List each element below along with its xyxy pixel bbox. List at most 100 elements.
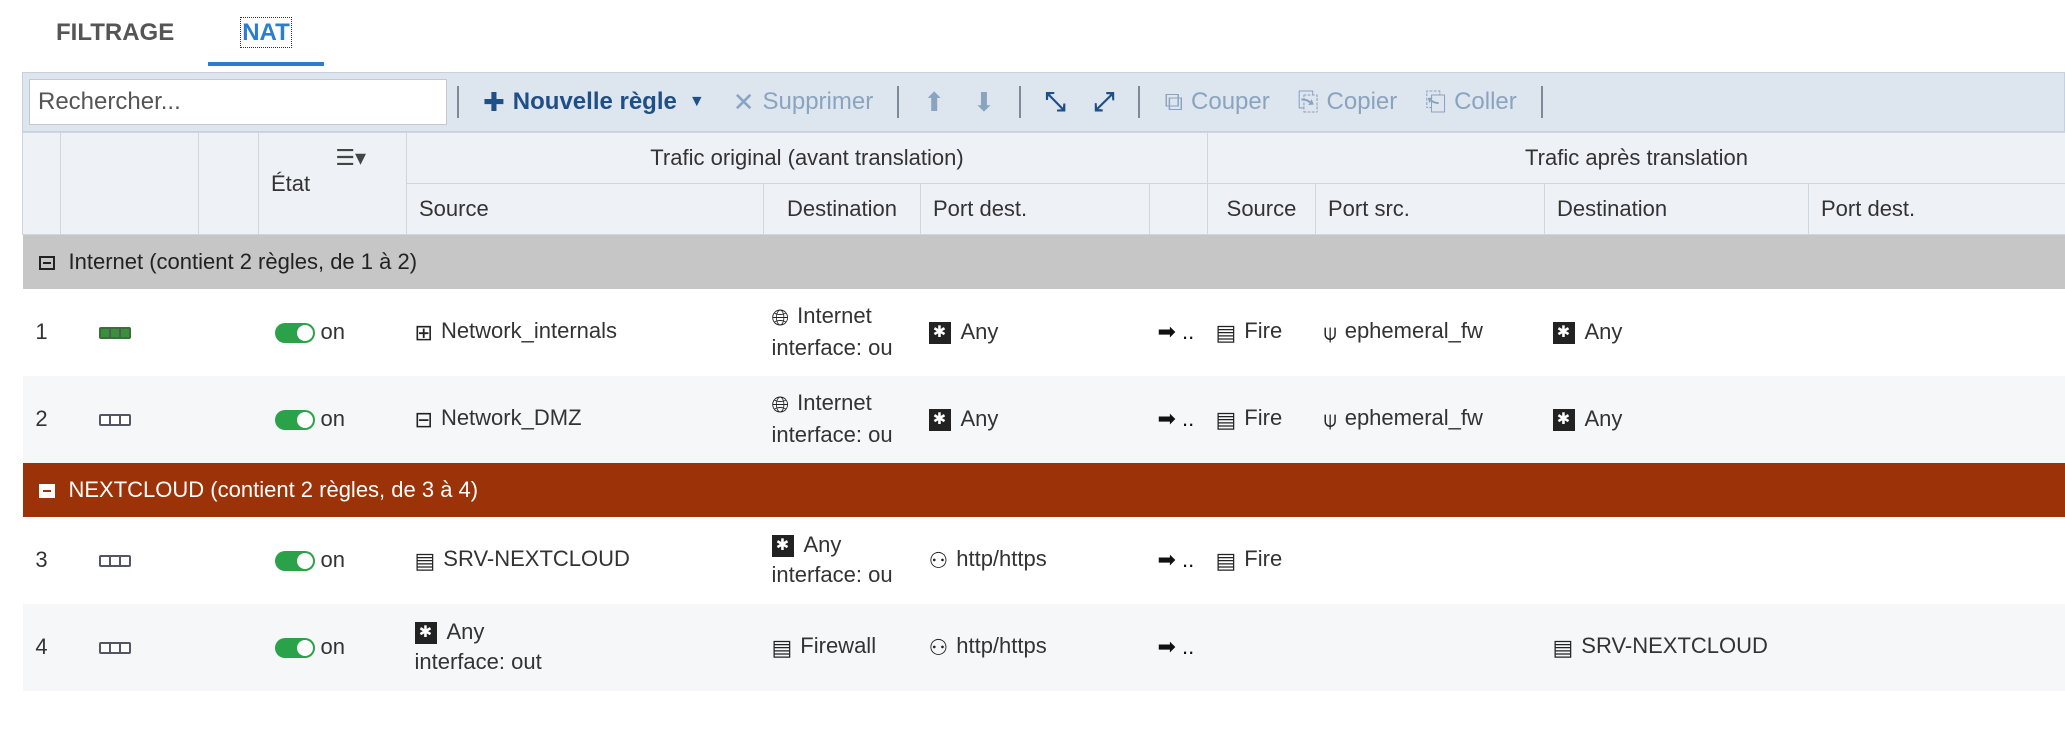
port-dest-label: http/https (956, 546, 1047, 572)
paste-button[interactable]: ⎗ Coller (1411, 86, 1531, 118)
any-icon: ✱ (1552, 322, 1575, 345)
tr-port-src-header[interactable]: Port src. (1315, 183, 1545, 235)
rule-status-cell (60, 603, 259, 691)
table-row[interactable]: 1 on ⊞ Network_internals 🌐︎ Internet interf… (23, 289, 2065, 376)
rule-state-cell[interactable]: on (258, 375, 407, 463)
tr-destination-cell[interactable]: ✱ Any (1545, 289, 1809, 376)
rule-status-cell (61, 289, 259, 376)
port-dest-cell[interactable]: ✱ Any (920, 375, 1150, 463)
source-cell[interactable]: ✱ Any interface: out (406, 603, 764, 691)
search-input[interactable] (29, 79, 447, 125)
tr-port-src-cell[interactable]: ⍦ ephemeral_fw (1315, 375, 1545, 463)
any-icon: ✱ (928, 409, 951, 432)
port-dest-cell[interactable]: ✱ Any (921, 289, 1150, 376)
source-cell[interactable]: ⊟ Network_DMZ (406, 375, 764, 463)
tr-destination-cell[interactable]: ✱ Any (1544, 375, 1809, 463)
close-icon: ✕ (732, 86, 755, 117)
tr-source-cell[interactable]: ▤ Fire (1207, 375, 1316, 463)
tr-source-label: Fire (1244, 546, 1283, 572)
tr-port-dest-header[interactable]: Port dest. (1807, 183, 2065, 235)
globe-icon: 🌐︎ (771, 391, 790, 417)
source-label: SRV-NEXTCLOUD (443, 546, 630, 572)
group-row-internet[interactable]: Internet (contient 2 règles, de 1 à 2) (22, 234, 2065, 289)
tr-destination-cell[interactable]: ▤ SRV-NEXTCLOUD (1544, 603, 1809, 691)
collapse-all-button[interactable]: ⤡ (1031, 86, 1080, 118)
collapse-group-icon[interactable] (38, 483, 55, 498)
destination-cell[interactable]: ▤ Firewall (763, 603, 921, 691)
tr-port-src-cell[interactable]: ⍦ ephemeral_fw (1316, 289, 1545, 376)
tr-port-dest-cell[interactable] (1808, 375, 2065, 463)
service-group-icon: ⚇ (928, 634, 949, 660)
dest-line2: interface: ou (771, 421, 893, 447)
arrow-up-icon: ⬆ (923, 86, 946, 117)
state-label: on (320, 406, 345, 431)
rule-state-cell[interactable]: on (258, 603, 407, 691)
arrow-cell: ➡ .. (1157, 319, 1195, 344)
cut-button[interactable]: ⧉ Couper (1150, 86, 1283, 118)
etat-header[interactable]: État ☰▾ (258, 132, 407, 235)
group-label: NEXTCLOUD (contient 2 règles, de 3 à 4) (68, 476, 479, 502)
toolbar-separator (457, 86, 459, 118)
arrow-header (1149, 183, 1208, 235)
tr-source-header[interactable]: Source (1207, 183, 1316, 235)
tab-nat[interactable]: NAT (208, 0, 324, 66)
table-row[interactable]: 3 on ▤ SRV-NEXTCLOUD ✱ Any interface: ou ⚇ h… (23, 517, 2065, 604)
tab-filtrage[interactable]: FILTRAGE (22, 0, 208, 66)
delete-button[interactable]: ✕ Supprimer (719, 87, 888, 118)
toggle-switch[interactable] (274, 323, 315, 344)
sort-filter-icon[interactable]: ☰▾ (335, 145, 366, 171)
destination-cell[interactable]: 🌐︎ Internet interface: ou (763, 375, 921, 463)
header-cell (60, 132, 199, 235)
group-cell: Internet (contient 2 règles, de 1 à 2) (22, 234, 2065, 289)
source-cell[interactable]: ⊞ Network_internals (407, 289, 764, 376)
status-bar-icon (98, 642, 131, 655)
state-label: on (320, 547, 345, 572)
toggle-switch[interactable] (274, 638, 315, 659)
table-row[interactable]: 2 on ⊟ Network_DMZ 🌐︎ Internet interface: o… (22, 375, 2065, 463)
rule-number: 3 (35, 547, 48, 572)
move-up-button[interactable]: ⬆ (909, 87, 959, 118)
orig-port-dest-header[interactable]: Port dest. (920, 183, 1150, 235)
rule-state-cell[interactable]: on (259, 289, 407, 376)
new-rule-button[interactable]: ✚ Nouvelle règle ▼ (469, 87, 719, 118)
port-dest-cell[interactable]: ⚇ http/https (920, 603, 1150, 691)
network-group-icon: ⊞ (414, 319, 433, 345)
status-bar-icon (98, 555, 131, 568)
orig-destination-header[interactable]: Destination (763, 183, 921, 235)
collapse-group-icon[interactable] (38, 255, 55, 270)
expand-all-button[interactable]: ⤢ (1080, 86, 1129, 118)
tr-destination-header[interactable]: Destination (1544, 183, 1809, 235)
port-dest-cell[interactable]: ⚇ http/https (921, 517, 1150, 604)
tr-port-src-cell[interactable] (1315, 603, 1545, 691)
tr-port-src-cell[interactable] (1316, 517, 1545, 604)
tr-source-cell[interactable]: ▤ Fire (1208, 289, 1316, 376)
dest-line1: Internet (797, 390, 872, 416)
tr-port-dest-cell[interactable] (1808, 603, 2065, 691)
toggle-switch[interactable] (274, 551, 315, 572)
any-icon: ✱ (414, 622, 437, 645)
cut-label: Couper (1191, 88, 1270, 115)
tr-port-src-label: ephemeral_fw (1344, 405, 1483, 431)
source-line1: Any (446, 619, 485, 644)
destination-cell[interactable]: 🌐︎ Internet interface: ou (764, 289, 921, 376)
collapse-icon: ⤡ (1044, 86, 1066, 116)
port-dest-label: Any (960, 319, 999, 344)
source-label: Network_internals (440, 318, 618, 344)
copy-button[interactable]: ⎘ Copier (1284, 86, 1412, 118)
toggle-switch[interactable] (274, 410, 315, 431)
tr-port-dest-cell[interactable] (1809, 289, 2065, 376)
tr-source-cell[interactable]: ▤ Fire (1208, 517, 1316, 604)
tr-destination-cell[interactable] (1545, 517, 1809, 604)
group-row-nextcloud[interactable]: NEXTCLOUD (contient 2 règles, de 3 à 4) (22, 462, 2065, 517)
destination-cell[interactable]: ✱ Any interface: ou (764, 517, 921, 604)
tr-port-dest-label: Any (1584, 406, 1623, 431)
header-cell (22, 132, 61, 235)
tr-source-cell[interactable] (1207, 603, 1316, 691)
network-dmz-icon: ⊟ (414, 406, 433, 432)
rule-state-cell[interactable]: on (259, 517, 407, 604)
source-cell[interactable]: ▤ SRV-NEXTCLOUD (407, 517, 764, 604)
move-down-button[interactable]: ⬇ (959, 87, 1009, 118)
tr-port-dest-cell[interactable] (1809, 517, 2065, 604)
table-row[interactable]: 4 on ✱ Any interface: out ▤ Firewall ⚇ http/… (22, 603, 2065, 691)
orig-source-header[interactable]: Source (406, 183, 764, 235)
